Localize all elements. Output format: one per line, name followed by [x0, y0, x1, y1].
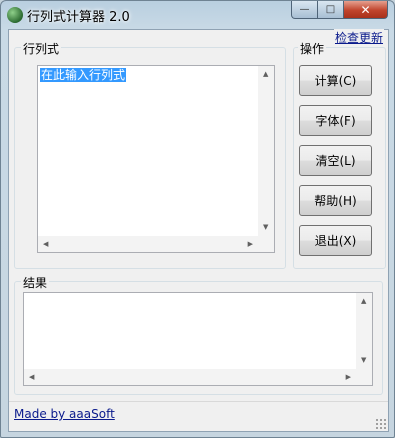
client-area: 检查更新 行列式 在此输入行列式 ▲ ▼ ◀ ▶ 操作 计算(C) 字体(F) — [8, 29, 389, 432]
caption-buttons: — □ ✕ — [291, 1, 388, 20]
maximize-button[interactable]: □ — [318, 1, 344, 19]
app-globe-icon — [7, 7, 23, 23]
window-title: 行列式计算器 2.0 — [27, 10, 130, 25]
clear-button[interactable]: 清空(L) — [299, 145, 372, 176]
scroll-down-icon[interactable]: ▼ — [361, 357, 366, 364]
scroll-up-icon[interactable]: ▲ — [361, 298, 366, 305]
resize-grip-icon[interactable] — [375, 418, 386, 429]
result-output[interactable]: ▲ ▼ ◀ ▶ — [23, 292, 373, 386]
minimize-button[interactable]: — — [291, 1, 318, 19]
actions-group-label: 操作 — [298, 40, 327, 57]
exit-button[interactable]: 退出(X) — [299, 225, 372, 256]
scroll-down-icon[interactable]: ▼ — [263, 224, 268, 231]
scroll-left-icon[interactable]: ◀ — [43, 241, 48, 248]
result-horizontal-scrollbar[interactable]: ◀ ▶ — [24, 369, 356, 385]
credit-link[interactable]: Made by aaaSoft — [14, 407, 115, 421]
input-group: 行列式 在此输入行列式 ▲ ▼ ◀ ▶ — [14, 40, 286, 269]
result-group: 结果 ▲ ▼ ◀ ▶ — [14, 274, 383, 395]
determinant-input[interactable]: 在此输入行列式 ▲ ▼ ◀ ▶ — [37, 65, 275, 253]
font-button[interactable]: 字体(F) — [299, 105, 372, 136]
title-bar[interactable]: 行列式计算器 2.0 — □ ✕ — [1, 1, 394, 29]
scroll-right-icon[interactable]: ▶ — [346, 374, 351, 381]
close-button[interactable]: ✕ — [344, 1, 388, 19]
result-vertical-scrollbar[interactable]: ▲ ▼ — [356, 293, 372, 369]
scroll-left-icon[interactable]: ◀ — [29, 374, 34, 381]
calculate-button[interactable]: 计算(C) — [299, 65, 372, 96]
result-group-label: 结果 — [21, 274, 50, 291]
check-update-link[interactable]: 检查更新 — [333, 29, 384, 46]
scroll-right-icon[interactable]: ▶ — [248, 241, 253, 248]
determinant-input-text: 在此输入行列式 — [40, 68, 127, 82]
scrollbar-corner — [258, 236, 274, 252]
actions-group: 操作 计算(C) 字体(F) 清空(L) 帮助(H) 退出(X) — [293, 40, 386, 269]
input-horizontal-scrollbar[interactable]: ◀ ▶ — [38, 236, 258, 252]
scrollbar-corner — [356, 369, 372, 385]
app-window: 行列式计算器 2.0 — □ ✕ 检查更新 行列式 在此输入行列式 ▲ ▼ ◀ … — [0, 0, 395, 438]
help-button[interactable]: 帮助(H) — [299, 185, 372, 216]
input-group-label: 行列式 — [21, 40, 62, 57]
input-vertical-scrollbar[interactable]: ▲ ▼ — [258, 66, 274, 236]
footer-divider — [9, 401, 388, 402]
scroll-up-icon[interactable]: ▲ — [263, 71, 268, 78]
